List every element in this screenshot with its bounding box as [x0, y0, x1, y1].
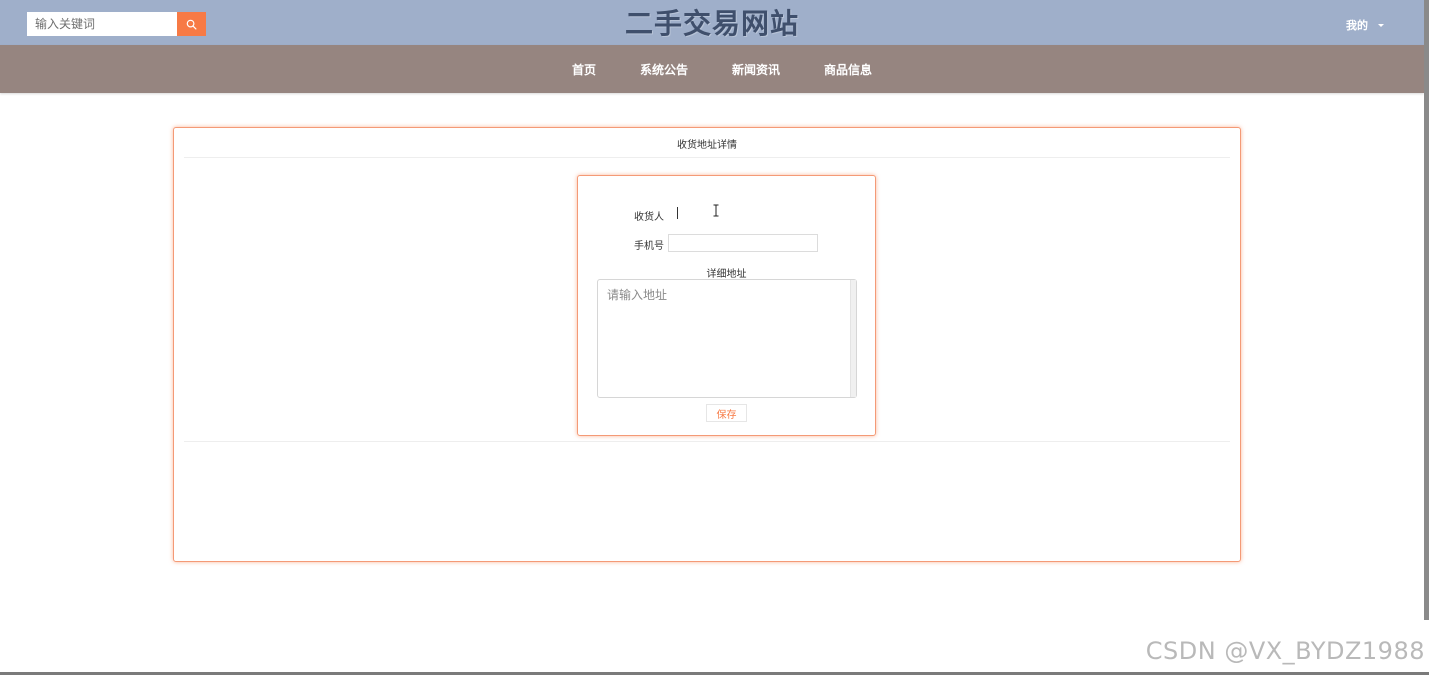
- ibeam-cursor-icon: [712, 202, 720, 217]
- nav-item-announcements[interactable]: 系统公告: [640, 61, 688, 78]
- phone-label: 手机号: [634, 241, 664, 252]
- textarea-scrollbar[interactable]: [850, 280, 856, 397]
- watermark: CSDN @VX_BYDZ1988: [1145, 637, 1425, 665]
- receiver-label: 收货人: [634, 212, 664, 223]
- save-button[interactable]: 保存: [706, 404, 747, 422]
- nav-item-news[interactable]: 新闻资讯: [732, 61, 780, 78]
- nav-item-home[interactable]: 首页: [572, 61, 596, 78]
- receiver-input[interactable]: [677, 207, 678, 219]
- address-form: 收货人 手机号 详细地址 保存: [577, 175, 876, 436]
- nav-item-products[interactable]: 商品信息: [824, 61, 872, 78]
- phone-input[interactable]: [668, 234, 818, 252]
- main-nav: 首页 系统公告 新闻资讯 商品信息: [0, 45, 1424, 93]
- address-label: 详细地址: [706, 269, 747, 280]
- user-menu[interactable]: 我的: [1346, 17, 1384, 33]
- site-title: 二手交易网站: [624, 7, 799, 40]
- page: 二手交易网站 我的 首页 系统公告 新闻资讯 商品信息 收货地址详情 收货人 手: [0, 0, 1429, 675]
- user-menu-label: 我的: [1346, 19, 1368, 32]
- caret-down-icon: [1378, 23, 1384, 27]
- divider: [184, 157, 1230, 158]
- card-title: 收货地址详情: [677, 140, 737, 151]
- address-detail-card: 收货地址详情 收货人 手机号 详细地址 保存: [173, 127, 1241, 562]
- page-scrollbar[interactable]: [1424, 0, 1429, 620]
- top-header: 二手交易网站 我的: [0, 0, 1424, 45]
- address-textarea[interactable]: [597, 279, 857, 398]
- divider: [184, 441, 1230, 442]
